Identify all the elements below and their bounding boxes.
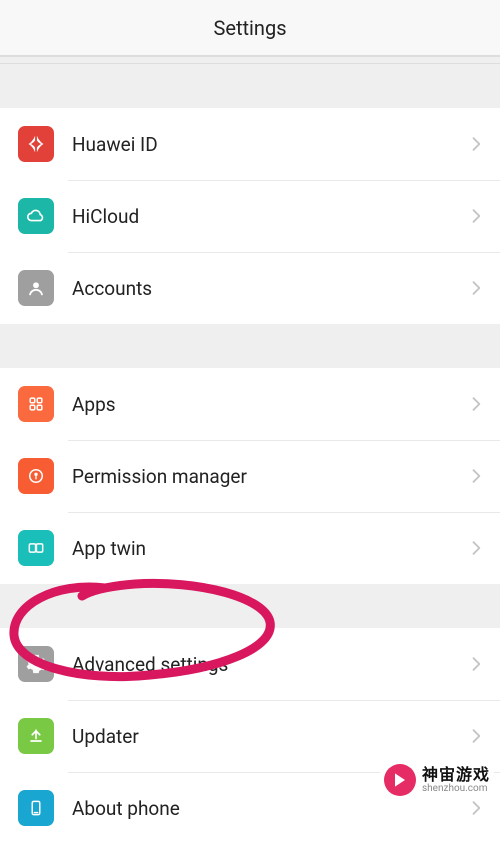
item-accounts[interactable]: Accounts [0, 252, 500, 324]
item-label: Permission manager [72, 465, 466, 488]
item-label: Huawei ID [72, 133, 466, 156]
item-label: Updater [72, 725, 466, 748]
section-gap [0, 64, 500, 108]
huawei-logo-icon [18, 126, 54, 162]
item-huawei-id[interactable]: Huawei ID [0, 108, 500, 180]
permission-icon [18, 458, 54, 494]
chevron-right-icon [466, 206, 486, 226]
chevron-right-icon [466, 538, 486, 558]
updater-icon [18, 718, 54, 754]
watermark: 神宙游戏 shenzhou.com [380, 762, 494, 798]
settings-group-1: Huawei ID HiCloud Accounts [0, 108, 500, 324]
watermark-domain: shenzhou.com [422, 783, 490, 794]
chevron-right-icon [466, 134, 486, 154]
item-permission-manager[interactable]: Permission manager [0, 440, 500, 512]
item-label: Apps [72, 393, 466, 416]
item-apps[interactable]: Apps [0, 368, 500, 440]
chevron-right-icon [466, 278, 486, 298]
divider [0, 56, 500, 64]
item-label: HiCloud [72, 205, 466, 228]
page-title: Settings [213, 16, 286, 40]
item-label: App twin [72, 537, 466, 560]
item-label: About phone [72, 797, 466, 820]
item-label: Accounts [72, 277, 466, 300]
app-twin-icon [18, 530, 54, 566]
header: Settings [0, 0, 500, 56]
item-label: Advanced settings [72, 653, 466, 676]
contact-icon [18, 270, 54, 306]
watermark-logo-icon [384, 764, 416, 796]
item-hicloud[interactable]: HiCloud [0, 180, 500, 252]
chevron-right-icon [466, 726, 486, 746]
settings-group-3: Advanced settings Updater About phone [0, 628, 500, 844]
section-gap [0, 584, 500, 628]
cloud-icon [18, 198, 54, 234]
chevron-right-icon [466, 654, 486, 674]
gear-icon [18, 646, 54, 682]
section-gap [0, 324, 500, 368]
watermark-brand: 神宙游戏 [422, 766, 490, 784]
chevron-right-icon [466, 394, 486, 414]
phone-icon [18, 790, 54, 826]
item-advanced-settings[interactable]: Advanced settings [0, 628, 500, 700]
chevron-right-icon [466, 798, 486, 818]
chevron-right-icon [466, 466, 486, 486]
item-app-twin[interactable]: App twin [0, 512, 500, 584]
settings-group-2: Apps Permission manager App twin [0, 368, 500, 584]
apps-grid-icon [18, 386, 54, 422]
